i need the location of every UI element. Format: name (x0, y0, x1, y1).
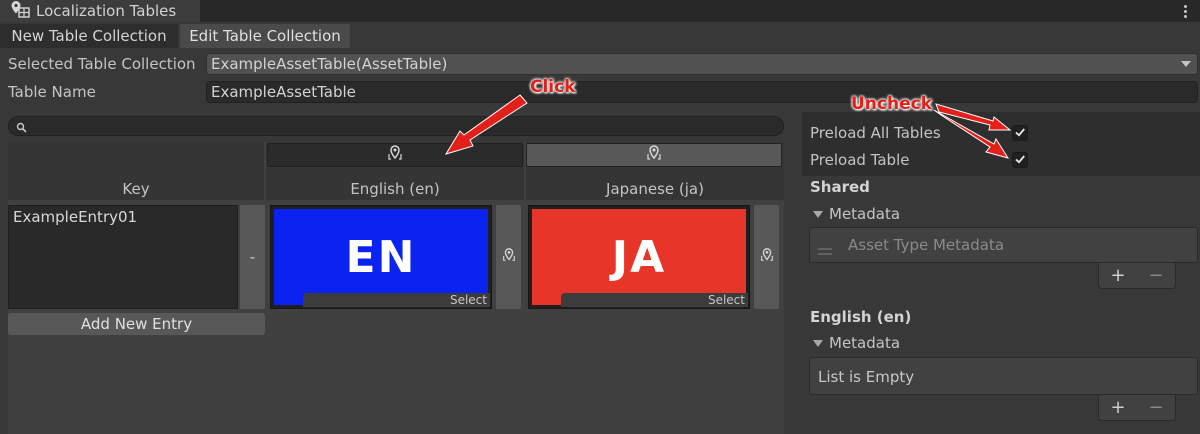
click-annotation: Click (530, 77, 576, 97)
uncheck-annotation: Uncheck (851, 94, 932, 114)
click-arrow-icon (444, 94, 528, 155)
annotation-overlay (444, 94, 1012, 159)
